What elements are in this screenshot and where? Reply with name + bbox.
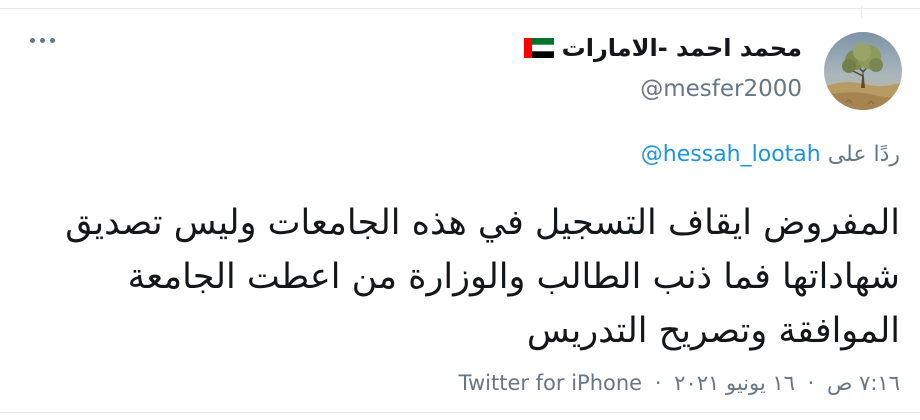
avatar-tree-image (824, 32, 902, 110)
user-handle[interactable]: @mesfer2000 (640, 76, 802, 102)
more-dot-icon (50, 38, 55, 43)
meta-separator: · (654, 371, 662, 395)
tweet-text: المفروض ايقاف التسجيل في هذه الجامعات ول… (65, 203, 900, 351)
tweet-time[interactable]: ٧:١٦ ص (827, 371, 900, 395)
reply-mention-link[interactable]: @hessah_lootah (641, 142, 821, 167)
top-divider (0, 8, 920, 9)
author-name-row[interactable]: محمد احمد -الامارات (523, 34, 802, 62)
tweet-source[interactable]: Twitter for iPhone (459, 371, 643, 395)
reply-prefix: ردًا على (827, 142, 900, 167)
tweet-card: محمد احمد -الامارات @mesfer2000 ردًا على… (0, 0, 920, 420)
bottom-divider (0, 412, 920, 413)
meta-separator: · (807, 371, 815, 395)
tweet-date[interactable]: ١٦ يونيو ٢٠٢١ (674, 371, 795, 395)
more-dot-icon (40, 38, 45, 43)
avatar[interactable] (824, 32, 902, 110)
more-options-button[interactable] (30, 38, 55, 43)
reply-context: ردًا على @hessah_lootah (641, 142, 900, 167)
uae-flag-icon (523, 38, 554, 58)
more-dot-icon (30, 38, 35, 43)
top-corner-mark (861, 6, 862, 18)
tweet-metadata: ٧:١٦ ص · ١٦ يونيو ٢٠٢١ · Twitter for iPh… (459, 371, 900, 395)
display-name[interactable]: محمد احمد -الامارات (562, 34, 802, 62)
